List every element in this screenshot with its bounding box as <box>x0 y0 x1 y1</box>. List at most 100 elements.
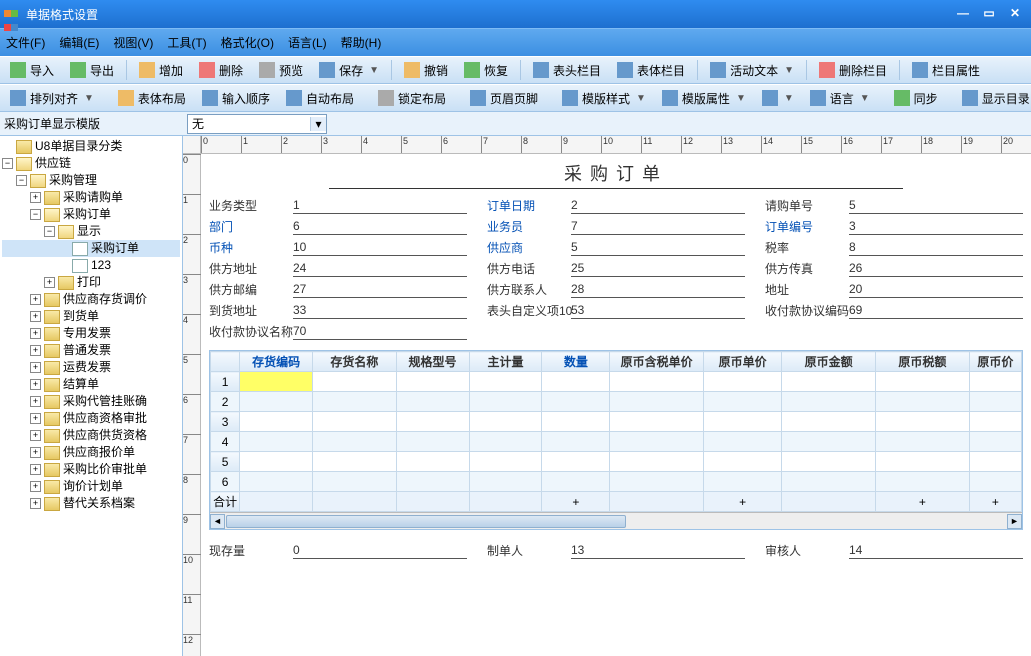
field-value[interactable]: 20 <box>849 282 1023 298</box>
tree-toggle[interactable]: + <box>30 481 41 492</box>
field-value[interactable]: 53 <box>571 303 745 319</box>
tree-toggle[interactable]: + <box>30 345 41 356</box>
col-header[interactable]: 规格型号 <box>396 352 469 372</box>
form-field-订单编号[interactable]: 订单编号3 <box>765 218 1023 235</box>
menu-item-6[interactable]: 帮助(H) <box>341 34 382 51</box>
form-field-业务类型[interactable]: 业务类型1 <box>209 197 467 214</box>
minimize-button[interactable]: — <box>951 5 975 23</box>
form-field-供方电话[interactable]: 供方电话25 <box>487 260 745 277</box>
menu-item-0[interactable]: 文件(F) <box>6 34 45 51</box>
tree-item[interactable]: +普通发票 <box>2 342 180 359</box>
col-header[interactable]: 存货编码 <box>240 352 313 372</box>
tree-supply-chain[interactable]: −供应链 <box>2 155 180 172</box>
field-value[interactable]: 2 <box>571 198 745 214</box>
field-value[interactable]: 26 <box>849 261 1023 277</box>
menu-item-4[interactable]: 格式化(O) <box>221 34 274 51</box>
tree-toggle[interactable]: − <box>16 175 27 186</box>
form-field-币种[interactable]: 币种10 <box>209 239 467 256</box>
maximize-button[interactable]: ▭ <box>977 5 1001 23</box>
tree-toggle[interactable]: + <box>30 362 41 373</box>
col-header[interactable]: 原币单价 <box>704 352 782 372</box>
form-field-订单日期[interactable]: 订单日期2 <box>487 197 745 214</box>
toolbar-btn-保存[interactable]: 保存▼ <box>313 60 385 81</box>
tree-purchase-mgmt[interactable]: −采购管理 <box>2 172 180 189</box>
field-value[interactable]: 5 <box>571 240 745 256</box>
toolbar-btn-表头栏目[interactable]: 表头栏目 <box>527 60 607 81</box>
menu-item-1[interactable]: 编辑(E) <box>59 34 99 51</box>
col-header[interactable]: 原币金额 <box>782 352 876 372</box>
menu-item-3[interactable]: 工具(T) <box>167 34 206 51</box>
tree-item[interactable]: +供应商报价单 <box>2 444 180 461</box>
toolbar-btn-删除栏目[interactable]: 删除栏目 <box>813 60 893 81</box>
tree-toggle[interactable]: + <box>30 413 41 424</box>
form-field-供应商[interactable]: 供应商5 <box>487 239 745 256</box>
form-field-业务员[interactable]: 业务员7 <box>487 218 745 235</box>
table-row[interactable]: 4 <box>211 432 1022 452</box>
tree-purchase-order[interactable]: −采购订单 <box>2 206 180 223</box>
tree-toggle[interactable]: − <box>30 209 41 220</box>
col-header[interactable]: 主计量 <box>469 352 542 372</box>
toolbar-btn-输入顺序[interactable]: 输入顺序 <box>196 88 276 109</box>
toolbar-btn-表体栏目[interactable]: 表体栏目 <box>611 60 691 81</box>
tree-print[interactable]: +打印 <box>2 274 180 291</box>
close-button[interactable]: ✕ <box>1003 5 1027 23</box>
col-header[interactable]: 数量 <box>542 352 610 372</box>
tree-toggle[interactable]: + <box>30 379 41 390</box>
tree-item[interactable]: +运费发票 <box>2 359 180 376</box>
form-field-供方联系人[interactable]: 供方联系人28 <box>487 281 745 298</box>
tree-toggle[interactable]: + <box>44 277 55 288</box>
toolbar-btn-页眉页脚[interactable]: 页眉页脚 <box>464 88 544 109</box>
tree-item[interactable]: +采购请购单 <box>2 189 180 206</box>
lower-field-制单人[interactable]: 制单人13 <box>487 542 745 559</box>
form-field-供方传真[interactable]: 供方传真26 <box>765 260 1023 277</box>
tree-toggle[interactable]: + <box>30 447 41 458</box>
form-field-供方邮编[interactable]: 供方邮编27 <box>209 281 467 298</box>
tree-toggle[interactable]: − <box>44 226 55 237</box>
toolbar-btn-自动布局[interactable]: 自动布局 <box>280 88 360 109</box>
form-field-收付款协议名称[interactable]: 收付款协议名称70 <box>209 323 467 340</box>
tree-item[interactable]: +询价计划单 <box>2 478 180 495</box>
tree-toggle[interactable]: + <box>30 464 41 475</box>
table-row[interactable]: 5 <box>211 452 1022 472</box>
detail-grid[interactable]: 存货编码存货名称规格型号主计量数量原币含税单价原币单价原币金额原币税额原币价 1… <box>209 350 1023 530</box>
tree-item[interactable]: +结算单 <box>2 376 180 393</box>
toolbar-btn-语言[interactable]: 语言▼ <box>804 88 876 109</box>
form-field-收付款协议编码[interactable]: 收付款协议编码69 <box>765 302 1023 319</box>
tree-item[interactable]: +供应商资格审批 <box>2 410 180 427</box>
scroll-left-icon[interactable]: ◄ <box>210 514 225 529</box>
toolbar-btn-排列对齐[interactable]: 排列对齐▼ <box>4 88 100 109</box>
tree-item[interactable]: +供应商存货调价 <box>2 291 180 308</box>
toolbar-btn-恢复[interactable]: 恢复 <box>458 60 514 81</box>
field-value[interactable]: 33 <box>293 303 467 319</box>
tree-item[interactable]: +替代关系档案 <box>2 495 180 512</box>
field-value[interactable]: 70 <box>293 324 467 340</box>
tree-item[interactable]: +专用发票 <box>2 325 180 342</box>
field-value[interactable]: 24 <box>293 261 467 277</box>
form-field-税率[interactable]: 税率8 <box>765 239 1023 256</box>
tree-toggle[interactable]: + <box>30 498 41 509</box>
tree-root[interactable]: U8单据目录分类 <box>2 138 180 155</box>
table-row[interactable]: 6 <box>211 472 1022 492</box>
tree-toggle[interactable]: + <box>30 396 41 407</box>
form-field-请购单号[interactable]: 请购单号5 <box>765 197 1023 214</box>
toolbar-btn-表体布局[interactable]: 表体布局 <box>112 88 192 109</box>
tree-toggle[interactable]: + <box>30 294 41 305</box>
field-value[interactable]: 5 <box>849 198 1023 214</box>
field-value[interactable]: 6 <box>293 219 467 235</box>
field-value[interactable]: 3 <box>849 219 1023 235</box>
col-header[interactable]: 原币税额 <box>876 352 970 372</box>
tree-display-template[interactable]: 采购订单 <box>2 240 180 257</box>
form-field-部门[interactable]: 部门6 <box>209 218 467 235</box>
col-header[interactable]: 原币含税单价 <box>610 352 704 372</box>
form-field-供方地址[interactable]: 供方地址24 <box>209 260 467 277</box>
template-combo[interactable]: 无 ▾ <box>187 114 327 134</box>
tree-display-123[interactable]: 123 <box>2 257 180 274</box>
form-field-到货地址[interactable]: 到货地址33 <box>209 302 467 319</box>
field-value[interactable]: 69 <box>849 303 1023 319</box>
toolbar-btn-栏目属性[interactable]: 栏目属性 <box>906 60 986 81</box>
combo-arrow-icon[interactable]: ▾ <box>310 117 326 131</box>
toolbar-btn-撤销[interactable]: 撤销 <box>398 60 454 81</box>
table-row[interactable]: 2 <box>211 392 1022 412</box>
toolbar-btn-预览[interactable]: 预览 <box>253 60 309 81</box>
toolbar-btn-导出[interactable]: 导出 <box>64 60 120 81</box>
